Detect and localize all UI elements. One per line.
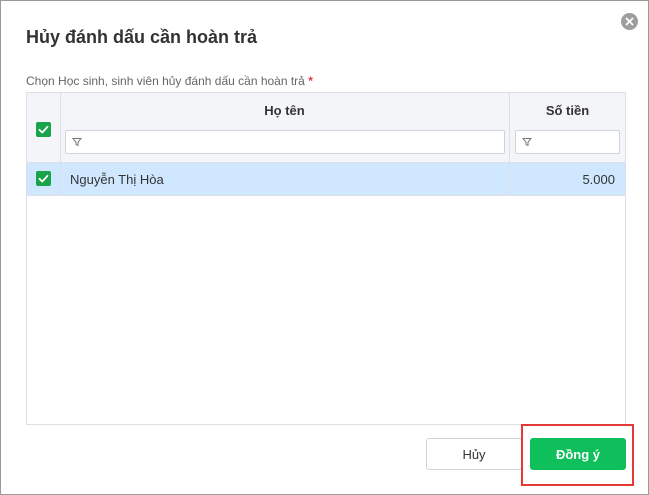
name-filter-input[interactable] (86, 133, 502, 153)
checkmark-icon (38, 125, 49, 134)
select-all-checkbox[interactable] (36, 122, 51, 137)
row-amount-cell: 5.000 (510, 163, 625, 195)
name-filter[interactable] (65, 130, 505, 154)
filter-icon (522, 138, 532, 147)
column-amount-label: Số tiền (545, 103, 590, 118)
column-name-label: Họ tên (264, 103, 305, 118)
amount-filter[interactable] (515, 130, 620, 154)
confirm-button[interactable]: Đồng ý (530, 438, 626, 470)
row-checkbox[interactable] (36, 171, 51, 186)
dialog-title: Hủy đánh dấu cần hoàn trả (26, 27, 258, 47)
column-header-name: Họ tên (60, 93, 510, 162)
required-mark: * (308, 74, 313, 88)
table-row[interactable]: Nguyễn Thị Hòa 5.000 (27, 163, 625, 196)
amount-filter-input[interactable] (536, 133, 617, 153)
header-check-cell (27, 93, 61, 162)
cancel-button[interactable]: Hủy (426, 438, 522, 470)
row-name-cell: Nguyễn Thị Hòa (60, 163, 510, 195)
field-label-text: Chọn Học sinh, sinh viên hủy đánh dấu cầ… (26, 74, 305, 88)
field-label: Chọn Học sinh, sinh viên hủy đánh dấu cầ… (26, 74, 313, 88)
student-name: Nguyễn Thị Hòa (70, 172, 164, 187)
checkmark-icon (38, 174, 49, 183)
close-button[interactable] (621, 13, 638, 30)
student-amount: 5.000 (582, 172, 615, 187)
student-grid: Họ tên Số tiền Nguyễn Thị Hòa 5.000 (26, 92, 626, 425)
dialog: Hủy đánh dấu cần hoàn trả Chọn Học sinh,… (0, 0, 649, 495)
column-header-amount: Số tiền (510, 93, 625, 162)
row-check-cell (27, 163, 61, 195)
close-icon (625, 17, 634, 26)
filter-icon (72, 138, 82, 147)
grid-header: Họ tên Số tiền (27, 93, 625, 163)
